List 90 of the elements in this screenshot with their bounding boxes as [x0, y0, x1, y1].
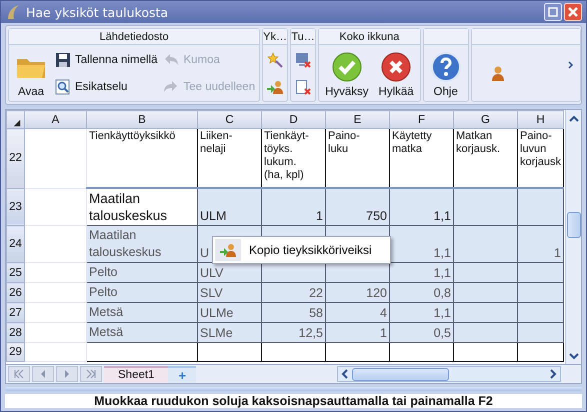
- table-cell: Liiken- nelaji: [198, 128, 262, 188]
- close-button[interactable]: [564, 3, 582, 21]
- table-cell: 1,1: [390, 262, 454, 282]
- ribbon-button[interactable]: Tallenna nimellä: [53, 50, 160, 68]
- window-title: Hae yksiköt taulukosta: [26, 4, 170, 20]
- table-cell: 1,1: [390, 302, 454, 322]
- scroll-thumb[interactable]: [566, 212, 580, 238]
- table-cell: 1: [326, 322, 390, 342]
- person-arrow-icon: [220, 242, 236, 258]
- table-cell: Pelto: [86, 282, 198, 302]
- table-cell: Metsä: [86, 322, 198, 342]
- column-header[interactable]: G: [454, 110, 518, 128]
- redo-arrow-icon: [163, 78, 180, 94]
- table-cell: ULMe: [198, 302, 262, 322]
- previous-sheet-icon[interactable]: [32, 366, 54, 382]
- table-cell: 120: [326, 282, 390, 302]
- scroll-thumb[interactable]: [352, 368, 449, 380]
- column-header[interactable]: E: [326, 110, 390, 128]
- column-header[interactable]: H: [518, 110, 564, 128]
- table-cell: 0,5: [390, 322, 454, 342]
- table-cell: Tienkäyttöyksikkö: [86, 128, 198, 188]
- row-header[interactable]: 23: [6, 188, 24, 226]
- ribbon-button[interactable]: Esikatselu: [53, 78, 160, 96]
- table-cell: Metsä: [86, 302, 198, 322]
- monitor-cross-icon: [295, 52, 312, 68]
- maximize-button[interactable]: [544, 3, 562, 21]
- table-cell: 1,1: [390, 226, 454, 262]
- column-header[interactable]: C: [198, 110, 262, 128]
- group-title: Koko ikkuna: [339, 30, 400, 42]
- undo-arrow-icon: [163, 52, 180, 68]
- row-header[interactable]: 22: [6, 128, 24, 188]
- row-header[interactable]: 28: [6, 322, 24, 342]
- ribbon-button[interactable]: Avaa: [11, 46, 51, 100]
- person-arrow-icon: [267, 78, 284, 94]
- column-header[interactable]: B: [86, 110, 198, 128]
- ribbon-button[interactable]: Hyväksy: [321, 46, 373, 100]
- add-sheet-button[interactable]: +: [168, 366, 196, 382]
- table-cell: 4: [326, 302, 390, 322]
- check-icon: [330, 51, 363, 83]
- table-cell: ULM: [198, 188, 262, 226]
- status-text: Muokkaa ruudukon soluja kaksoisnapsauttamalla tai painamalla F2: [5, 394, 582, 408]
- first-sheet-icon[interactable]: [8, 366, 30, 382]
- group-title: Tu…: [291, 30, 315, 42]
- row-header[interactable]: 25: [6, 262, 24, 282]
- column-header[interactable]: D: [262, 110, 326, 128]
- table-cell: SLMe: [198, 322, 262, 342]
- sheet-tab[interactable]: Sheet1: [104, 366, 168, 382]
- row-header[interactable]: 27: [6, 302, 24, 322]
- row-header[interactable]: 24: [6, 226, 24, 262]
- table-cell: 750: [326, 188, 390, 226]
- last-sheet-icon[interactable]: [80, 366, 102, 382]
- table-cell: Pelto: [86, 262, 198, 282]
- horizontal-scrollbar[interactable]: [337, 366, 561, 382]
- table-cell: 1: [262, 188, 326, 226]
- table-cell: Tienkäyt- töyks. lukum. (ha, kpl): [262, 128, 326, 188]
- table-cell: Käytetty matka: [390, 128, 454, 188]
- star-wand-icon: [267, 52, 284, 68]
- column-header[interactable]: F: [390, 110, 454, 128]
- table-cell: 22: [262, 282, 326, 302]
- app-icon: [5, 4, 21, 20]
- table-cell: Matkan korjausk.: [454, 128, 518, 188]
- help-icon: [430, 51, 462, 83]
- table-cell: 0,8: [390, 282, 454, 302]
- table-cell: 1,1: [390, 188, 454, 226]
- table-cell: 58: [262, 302, 326, 322]
- vertical-scrollbar[interactable]: [565, 110, 581, 364]
- cross-icon: [380, 51, 412, 83]
- menu-item[interactable]: Kopio tieyksikköriveiksi: [215, 239, 388, 261]
- ribbon-button[interactable]: Hylkää: [374, 46, 418, 100]
- table-cell: 1: [518, 226, 564, 262]
- magnifier-icon: [55, 78, 71, 94]
- column-header[interactable]: A: [24, 110, 86, 128]
- chevron-right-icon[interactable]: [567, 60, 575, 70]
- row-header[interactable]: 29: [6, 342, 24, 362]
- table-cell: Paino- luku: [326, 128, 390, 188]
- page-cross-icon: [295, 78, 312, 94]
- row-header[interactable]: 26: [6, 282, 24, 302]
- table-cell: Maatilan talouskeskus: [86, 226, 198, 262]
- table-cell: Paino- luvun korjausk: [518, 128, 564, 188]
- table-cell: ULV: [198, 262, 262, 282]
- group-title: Yk…: [263, 30, 288, 42]
- icon-button[interactable]: [265, 50, 286, 70]
- select-all-corner[interactable]: [6, 110, 24, 128]
- triangle-icon: [13, 118, 21, 126]
- table-cell: 12,5: [262, 322, 326, 342]
- next-sheet-icon[interactable]: [56, 366, 78, 382]
- table-cell: Maatilan talouskeskus: [86, 188, 198, 226]
- person-icon: [490, 65, 506, 81]
- group-title: Lähdetiedosto: [99, 30, 169, 42]
- table-cell: SLV: [198, 282, 262, 302]
